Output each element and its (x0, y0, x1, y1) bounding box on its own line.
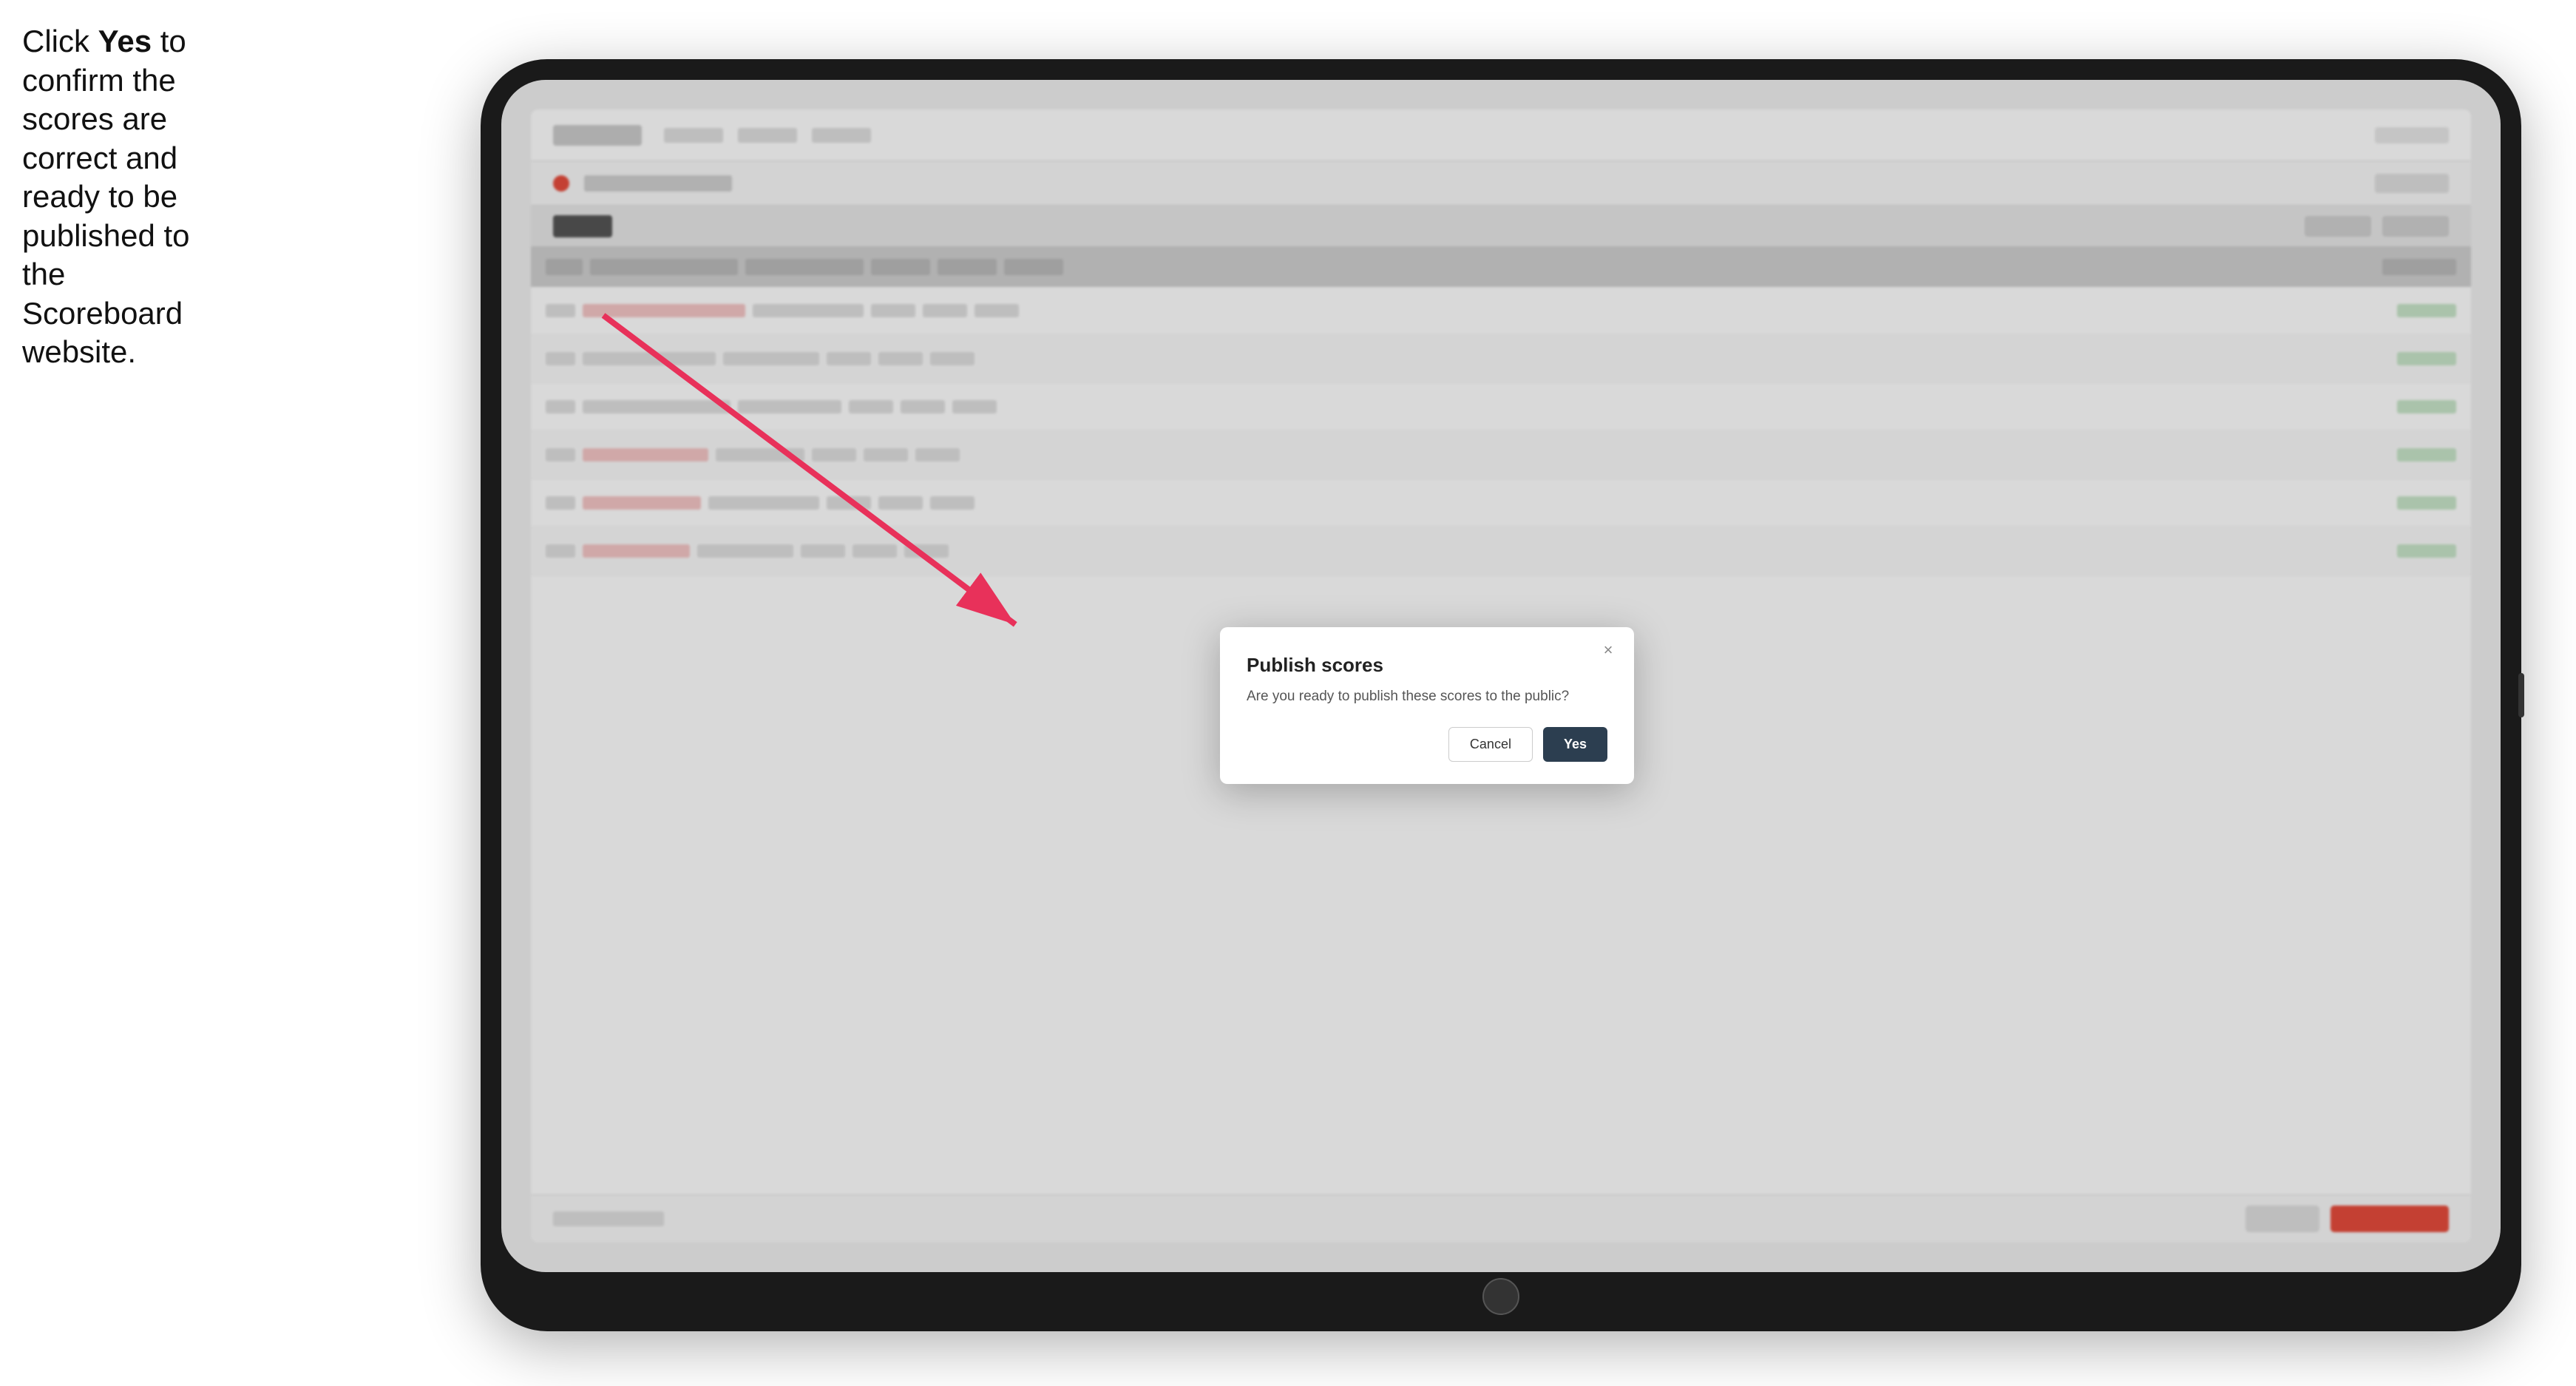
dialog-title: Publish scores (1247, 654, 1607, 677)
yes-button[interactable]: Yes (1543, 727, 1607, 762)
dialog-message: Are you ready to publish these scores to… (1247, 689, 1607, 705)
tablet-home-button[interactable] (1482, 1278, 1519, 1315)
dialog-actions: Cancel Yes (1247, 727, 1607, 762)
publish-scores-dialog: × Publish scores Are you ready to publis… (1220, 627, 1634, 784)
instruction-text: Click Yes to confirm the scores are corr… (22, 22, 229, 372)
dialog-close-button[interactable]: × (1597, 639, 1619, 661)
tablet-side-button (2518, 673, 2524, 717)
modal-overlay: × Publish scores Are you ready to publis… (501, 80, 2501, 1272)
cancel-button[interactable]: Cancel (1448, 727, 1533, 762)
tablet: × Publish scores Are you ready to publis… (481, 59, 2521, 1331)
tablet-screen: × Publish scores Are you ready to publis… (501, 80, 2501, 1272)
